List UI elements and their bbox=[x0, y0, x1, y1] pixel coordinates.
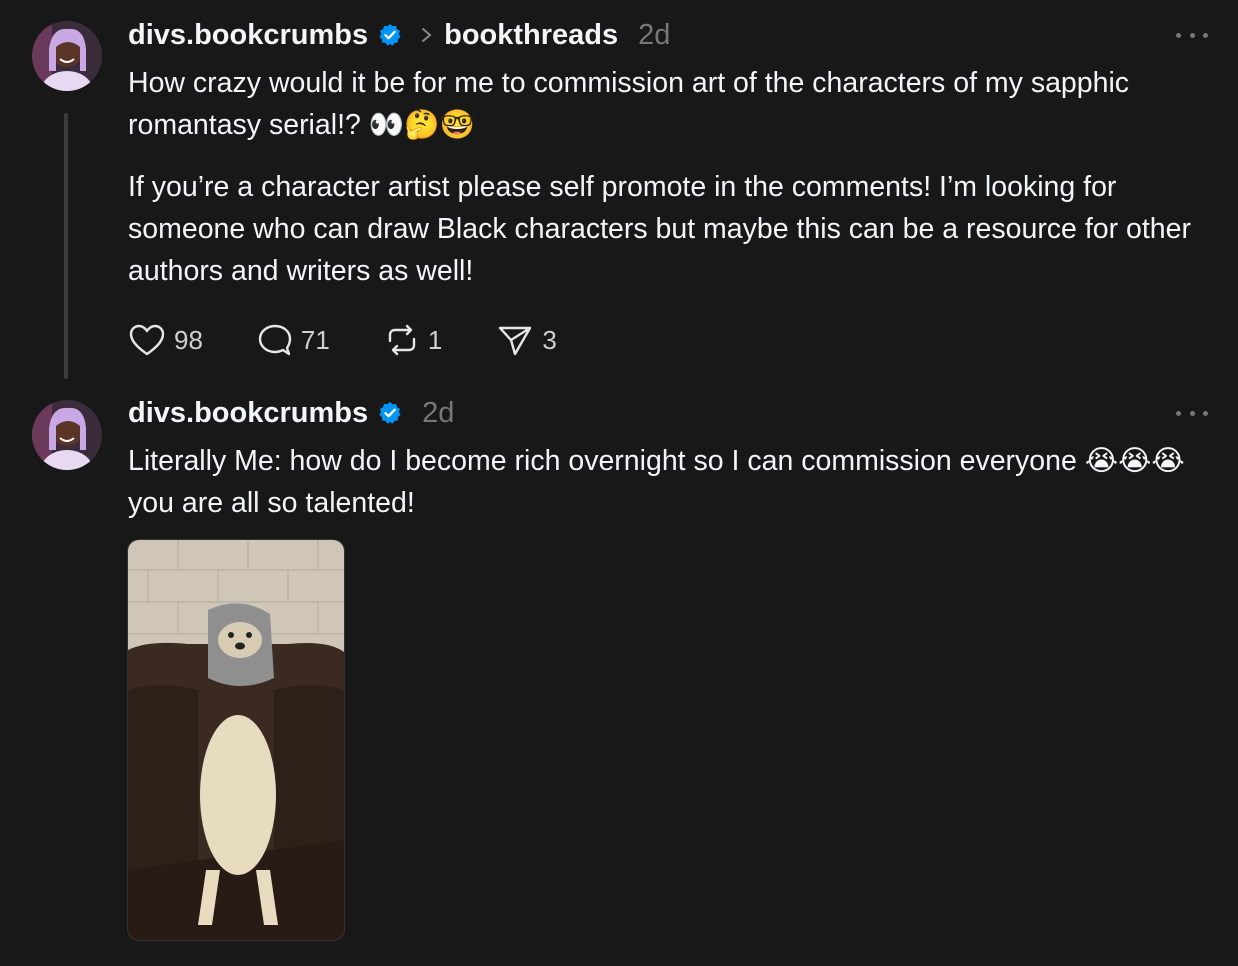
post-time: 2d bbox=[638, 18, 671, 51]
post-header: divs.bookcrumbs bookthreads 2d bbox=[128, 15, 670, 55]
more-icon bbox=[1176, 32, 1181, 38]
comment-icon bbox=[258, 324, 292, 356]
avatar[interactable] bbox=[32, 400, 102, 470]
reply-count: 71 bbox=[300, 324, 330, 355]
post-text: If you’re a character artist please self… bbox=[128, 166, 1213, 292]
post-time: 2d bbox=[422, 396, 455, 429]
like-button[interactable]: 98 bbox=[128, 323, 203, 357]
post-paragraph: If you’re a character artist please self… bbox=[128, 171, 1191, 287]
post-actions: 98 71 1 3 bbox=[128, 322, 611, 358]
more-options-button[interactable] bbox=[1176, 30, 1208, 40]
share-icon bbox=[499, 326, 532, 356]
more-icon bbox=[1176, 410, 1181, 416]
share-count: 3 bbox=[542, 324, 557, 355]
topic-tag[interactable]: bookthreads bbox=[444, 19, 618, 52]
verified-badge-icon bbox=[379, 24, 401, 46]
repost-icon bbox=[388, 324, 416, 356]
post-header: divs.bookcrumbs 2d bbox=[128, 393, 454, 433]
verified-badge-icon bbox=[379, 402, 401, 424]
thread-connector-line bbox=[64, 113, 68, 379]
more-options-button[interactable] bbox=[1176, 408, 1208, 418]
repost-count: 1 bbox=[427, 324, 443, 355]
heart-icon bbox=[129, 324, 165, 356]
repost-button[interactable]: 1 bbox=[384, 323, 442, 357]
avatar[interactable] bbox=[32, 21, 102, 91]
post-image[interactable] bbox=[127, 539, 345, 941]
post-text: How crazy would it be for me to commissi… bbox=[128, 62, 1213, 146]
username[interactable]: divs.bookcrumbs bbox=[128, 19, 368, 52]
post-paragraph: Literally Me: how do I become rich overn… bbox=[128, 445, 1185, 519]
reply-button[interactable]: 71 bbox=[257, 323, 330, 357]
username[interactable]: divs.bookcrumbs bbox=[128, 397, 368, 430]
post-text: Literally Me: how do I become rich overn… bbox=[128, 440, 1198, 524]
chevron-right-icon bbox=[422, 28, 432, 42]
post-paragraph: How crazy would it be for me to commissi… bbox=[128, 67, 1130, 141]
share-button[interactable]: 3 bbox=[496, 323, 557, 357]
like-count: 98 bbox=[174, 324, 203, 355]
